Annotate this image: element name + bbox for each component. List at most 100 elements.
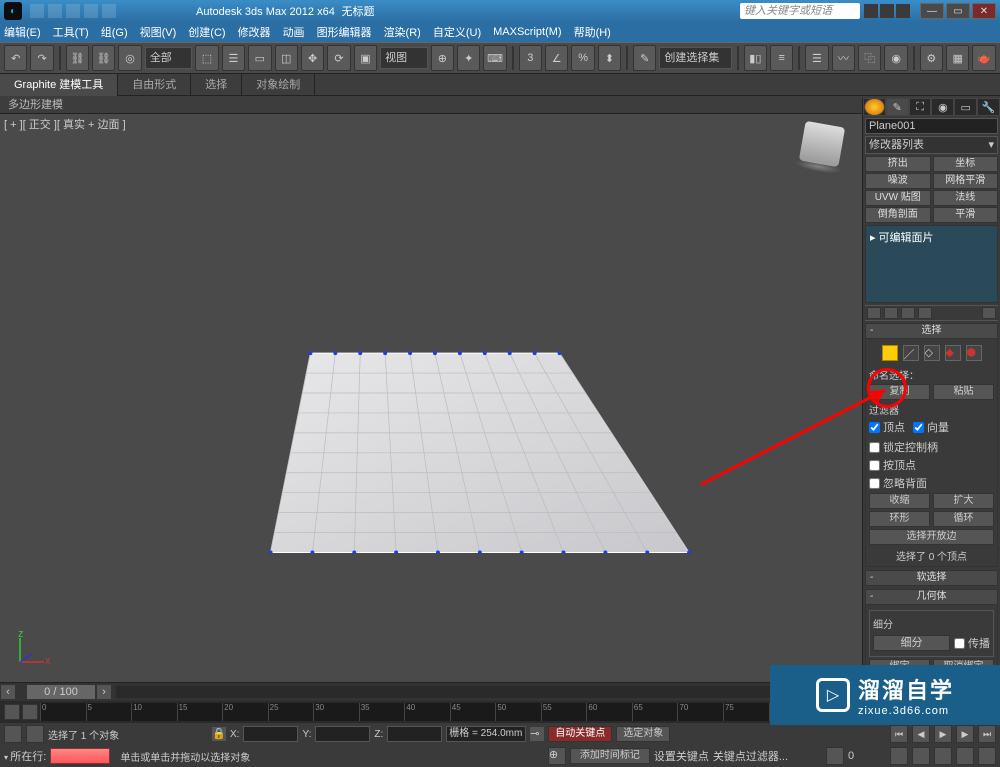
tab-display[interactable]: ▭ [954,98,977,116]
keyboard-shortcut[interactable]: ⌨ [483,45,506,71]
selection-filter[interactable]: 全部 [145,47,192,69]
chk-byvertex[interactable]: 按顶点 [869,457,994,473]
chk-ignoreback[interactable]: 忽略背面 [869,475,994,491]
qa-icon[interactable] [66,4,80,18]
modifier-list[interactable]: 修改器列表▾ [865,136,998,154]
render-setup[interactable]: ⚙ [920,45,943,71]
script-listener-icon[interactable] [4,725,22,743]
object-name-field[interactable]: Plane001 [865,118,998,134]
menu-grapheditors[interactable]: 图形编辑器 [317,24,372,40]
menu-modifiers[interactable]: 修改器 [238,24,271,40]
info-icon[interactable] [896,4,910,18]
modifier-stack[interactable]: ▸可编辑面片 [865,225,998,303]
menu-rendering[interactable]: 渲染(R) [384,24,421,40]
add-time-tag[interactable]: 添加时间标记 [570,748,650,764]
remove-modifier-icon[interactable] [918,307,932,319]
select-button[interactable]: ⬚ [195,45,218,71]
unlink-button[interactable]: ⛓ [92,45,115,71]
close-button[interactable]: ✕ [972,3,996,19]
isolate-icon[interactable] [826,747,844,765]
menu-group[interactable]: 组(G) [101,24,128,40]
qa-icon[interactable] [84,4,98,18]
spinner-snap[interactable]: ⬍ [598,45,621,71]
time-tag-icon[interactable]: ⊕ [548,747,566,765]
tab-utilities[interactable]: 🔧 [977,98,1000,116]
keyfilter-button[interactable]: 关键点过滤器... [713,748,788,764]
ring-button[interactable]: 环形 [869,511,930,527]
pin-stack-icon[interactable] [867,307,881,319]
play-button[interactable]: ▶ [934,725,952,743]
manipulate-button[interactable]: ✦ [457,45,480,71]
open-edges-button[interactable]: 选择开放边 [869,529,994,545]
menu-view[interactable]: 视图(V) [140,24,177,40]
move-button[interactable]: ✥ [301,45,324,71]
grow-button[interactable]: 扩大 [933,493,994,509]
percent-snap[interactable]: % [571,45,594,71]
y-field[interactable] [315,726,370,742]
time-next[interactable]: › [96,684,112,700]
time-config-icon[interactable] [890,747,908,765]
x-field[interactable] [243,726,298,742]
key-icon[interactable]: ⊸ [530,727,544,741]
mirror-button[interactable]: ▮▯ [744,45,767,71]
btn-noise[interactable]: 噪波 [865,173,931,189]
menu-maxscript[interactable]: MAXScript(M) [493,26,561,38]
named-selection-sets[interactable]: 创建选择集 [659,47,731,69]
rollout-selection-header[interactable]: 选择 [865,323,998,339]
btn-bevelprofile[interactable]: 倒角剖面 [865,207,931,223]
show-end-result-icon[interactable] [884,307,898,319]
subobj-edge[interactable]: ／ [903,345,919,361]
current-line[interactable] [50,748,110,764]
time-prev[interactable]: ‹ [0,684,16,700]
rotate-button[interactable]: ⟳ [327,45,350,71]
prev-frame[interactable]: ◀ [912,725,930,743]
viewport-nav-icon[interactable] [912,747,930,765]
redo-button[interactable]: ↷ [30,45,53,71]
ref-coord[interactable]: 视图 [380,47,427,69]
viewport-nav-icon[interactable] [956,747,974,765]
schematic-view[interactable]: ⿻ [858,45,881,71]
rollout-softsel-header[interactable]: 软选择 [865,570,998,586]
viewport-nav-icon[interactable] [934,747,952,765]
render-frame[interactable]: ▦ [946,45,969,71]
subdivide-button[interactable]: 细分 [873,635,950,651]
curve-editor[interactable]: 〰 [832,45,855,71]
app-logo[interactable]: ◐ [4,2,22,20]
tab-modify[interactable]: ✎ [886,98,909,116]
setkey-button[interactable]: 设置关键点 [654,748,709,764]
select-region-rect[interactable]: ▭ [248,45,271,71]
trackbar-icon[interactable] [4,704,20,720]
help-icon[interactable] [864,4,878,18]
menu-edit[interactable]: 编辑(E) [4,24,41,40]
goto-end[interactable]: ⏭ [978,725,996,743]
snap-toggle[interactable]: 3 [519,45,542,71]
render-button[interactable]: 🫖 [972,45,995,71]
chk-vertex[interactable]: 顶点 [869,419,905,435]
qa-icon[interactable] [30,4,44,18]
btn-uvwmap[interactable]: UVW 贴图 [865,190,931,206]
frame-field[interactable]: 0 [848,750,886,762]
menu-tools[interactable]: 工具(T) [53,24,89,40]
ribbon-tab-freeform[interactable]: 自由形式 [118,74,191,96]
help-search[interactable]: 键入关键字或短语 [740,3,860,19]
tab-motion[interactable]: ◉ [931,98,954,116]
scale-button[interactable]: ▣ [354,45,377,71]
trackbar-icon[interactable] [22,704,38,720]
menu-animation[interactable]: 动画 [283,24,305,40]
ribbon-panel-label[interactable]: 多边形建模 [0,96,1000,114]
selected-obj-button[interactable]: 选定对象 [616,726,670,742]
btn-coord[interactable]: 坐标 [933,156,999,172]
btn-extrude[interactable]: 挤出 [865,156,931,172]
make-unique-icon[interactable] [901,307,915,319]
btn-meshsmooth[interactable]: 网格平滑 [933,173,999,189]
chk-lockhandles[interactable]: 锁定控制柄 [869,439,994,455]
subobj-element[interactable]: ⬢ [966,345,982,361]
angle-snap[interactable]: ∠ [545,45,568,71]
ribbon-tab-selection[interactable]: 选择 [191,74,242,96]
autokey-button[interactable]: 自动关键点 [548,726,612,742]
undo-button[interactable]: ↶ [4,45,27,71]
qa-icon[interactable] [102,4,116,18]
configure-sets-icon[interactable] [982,307,996,319]
z-field[interactable] [387,726,442,742]
tab-hierarchy[interactable]: ⛶ [909,98,932,116]
